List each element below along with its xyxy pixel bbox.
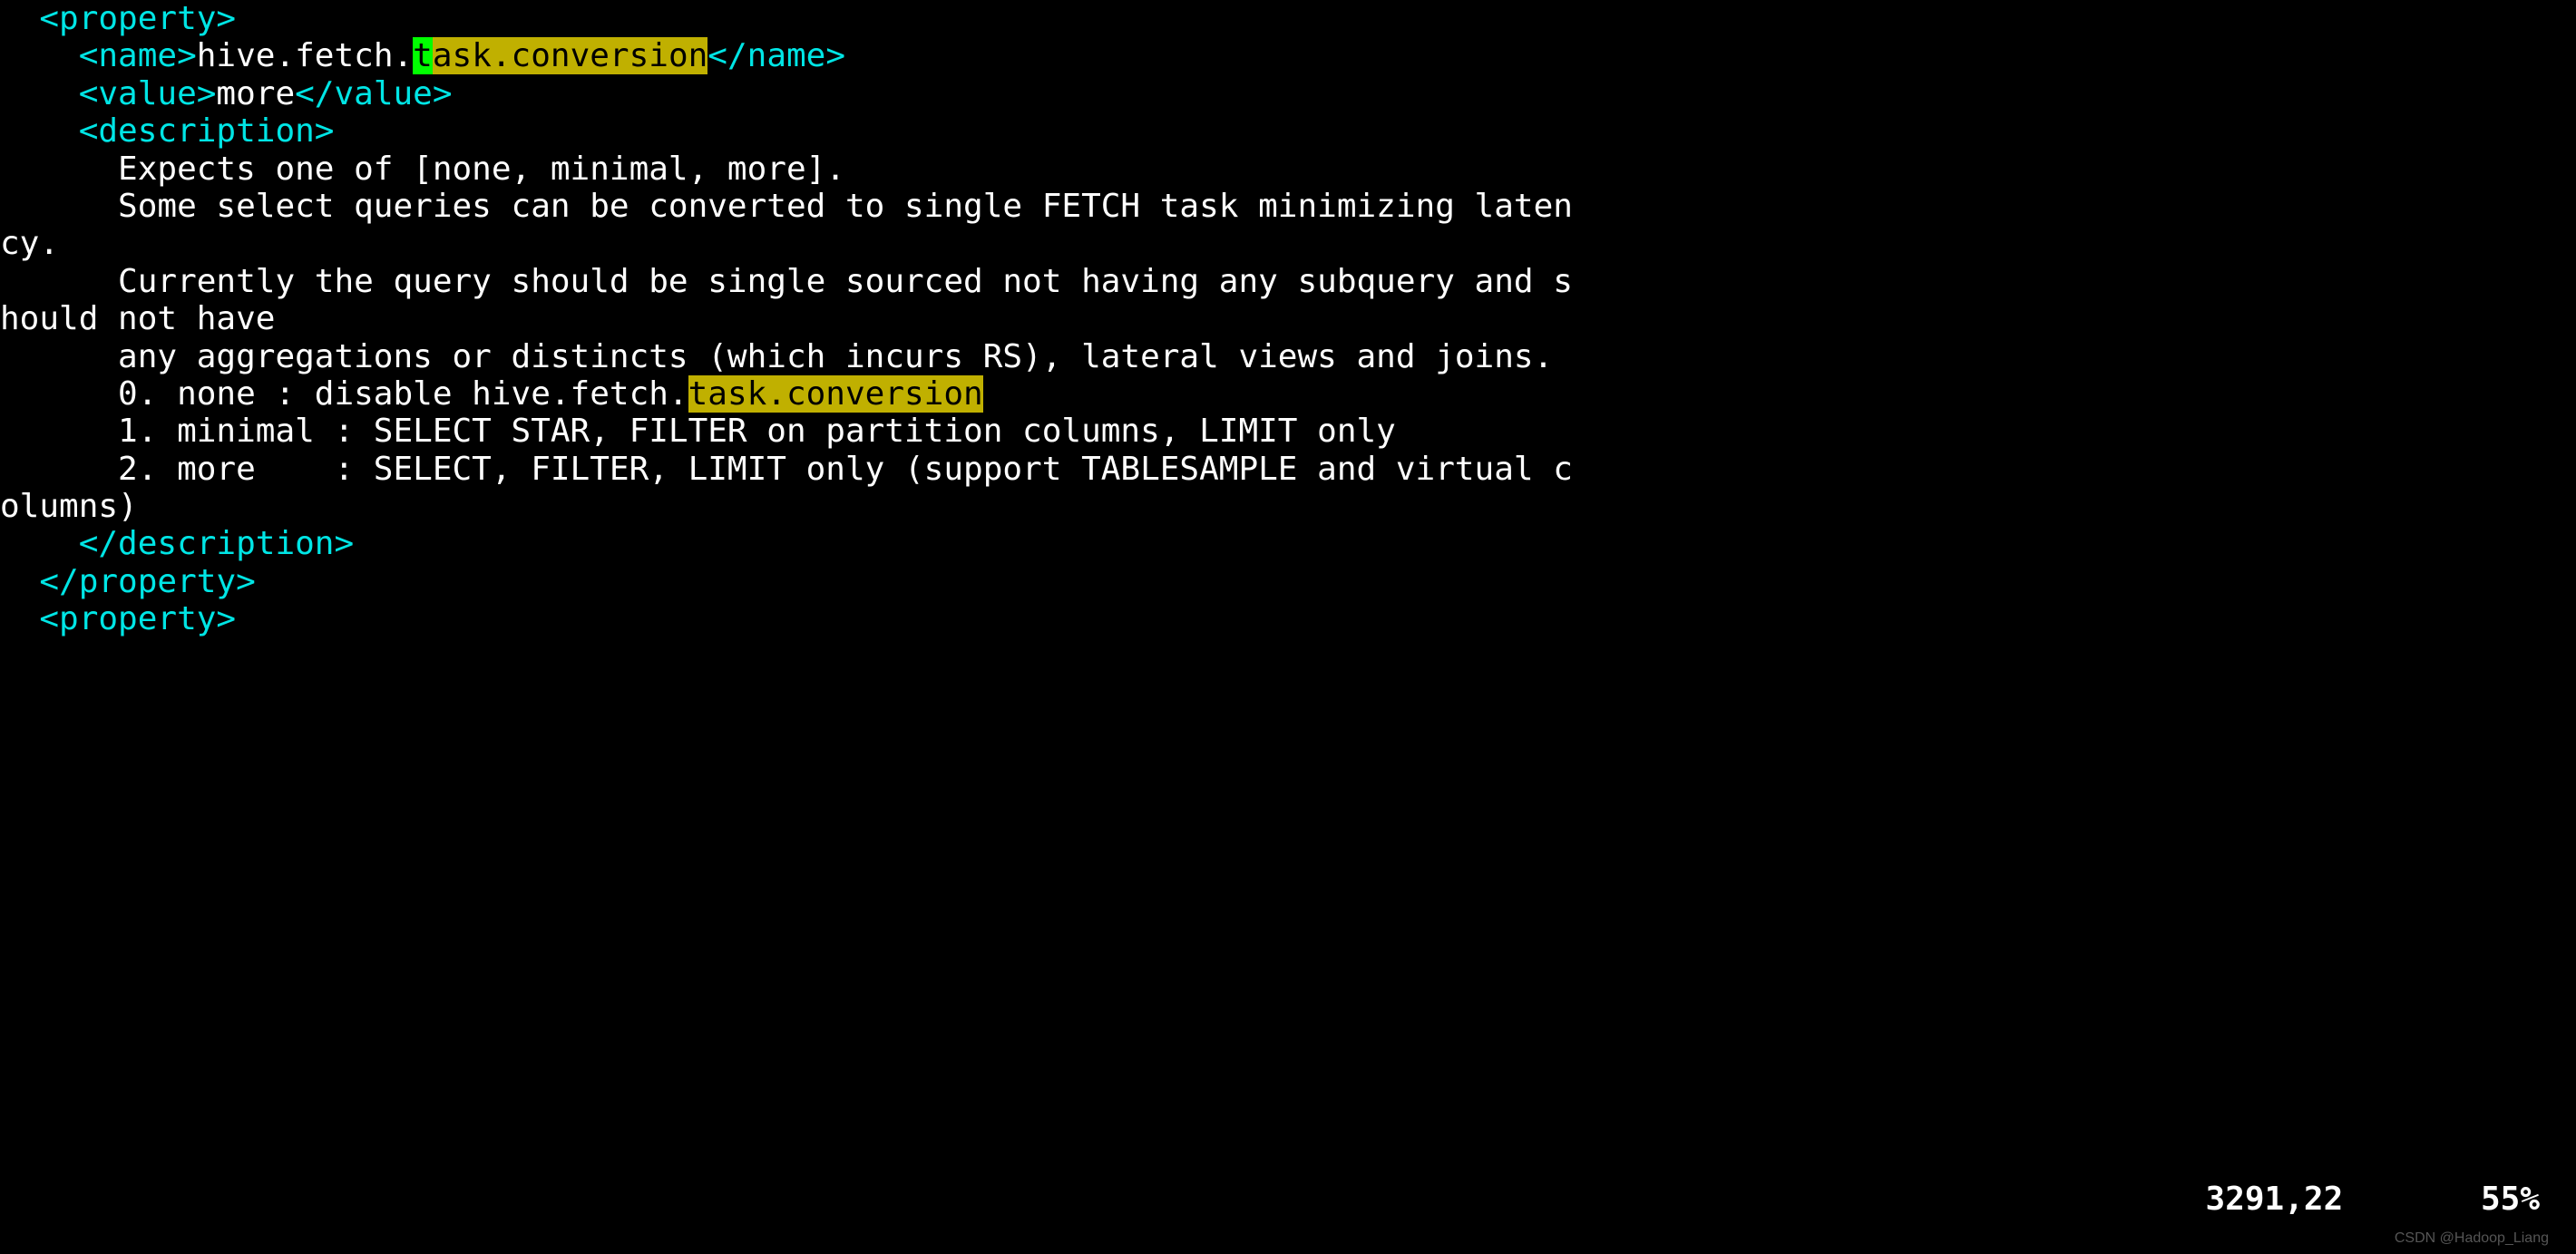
value-text: more [216,75,295,112]
tag-property-close: </property> [39,563,255,600]
tag-property-open-next: <property> [39,600,236,637]
scroll-percent: 55% [2481,1181,2540,1218]
desc-line: 2. more : SELECT, FILTER, LIMIT only (su… [118,451,1573,488]
status-gap [2343,1181,2481,1218]
indent [0,188,118,225]
cursor-position: 3291,22 [2206,1181,2344,1218]
indent [0,112,79,150]
indent [0,0,39,37]
cursor-match-char: t [413,37,433,74]
search-highlight: ask.conversion [433,37,707,74]
vim-status-line: 3291,22 55% [2206,1181,2540,1218]
tag-value-close: </value> [295,75,452,112]
indent [0,451,118,488]
indent [0,413,118,450]
indent [0,525,79,562]
indent [0,375,118,413]
search-highlight: task.conversion [688,375,983,413]
tag-description-close: </description> [79,525,354,562]
tag-name-close: </name> [707,37,845,74]
desc-line: Currently the query should be single sou… [118,263,1573,300]
desc-line: 1. minimal : SELECT STAR, FILTER on part… [118,413,1396,450]
indent [0,338,118,375]
indent [0,75,79,112]
indent [0,600,39,637]
indent [0,151,118,188]
tag-name-open: <name> [79,37,197,74]
tag-property-open: <property> [39,0,236,37]
terminal-editor[interactable]: <property> <name>hive.fetch.task.convers… [0,0,2576,638]
name-prefix: hive.fetch. [197,37,413,74]
tag-description-open: <description> [79,112,335,150]
desc-line-wrap: olumns) [0,488,138,525]
desc-line: Some select queries can be converted to … [118,188,1573,225]
tag-value-open: <value> [79,75,217,112]
desc-line: Expects one of [none, minimal, more]. [118,151,845,188]
indent [0,263,118,300]
indent [0,37,79,74]
indent [0,563,39,600]
desc-line-wrap: cy. [0,225,59,262]
desc-line-pre: 0. none : disable hive.fetch. [118,375,688,413]
desc-line: any aggregations or distincts (which inc… [118,338,1553,375]
desc-line-wrap: hould not have [0,300,275,337]
watermark-text: CSDN @Hadoop_Liang [2395,1230,2549,1247]
